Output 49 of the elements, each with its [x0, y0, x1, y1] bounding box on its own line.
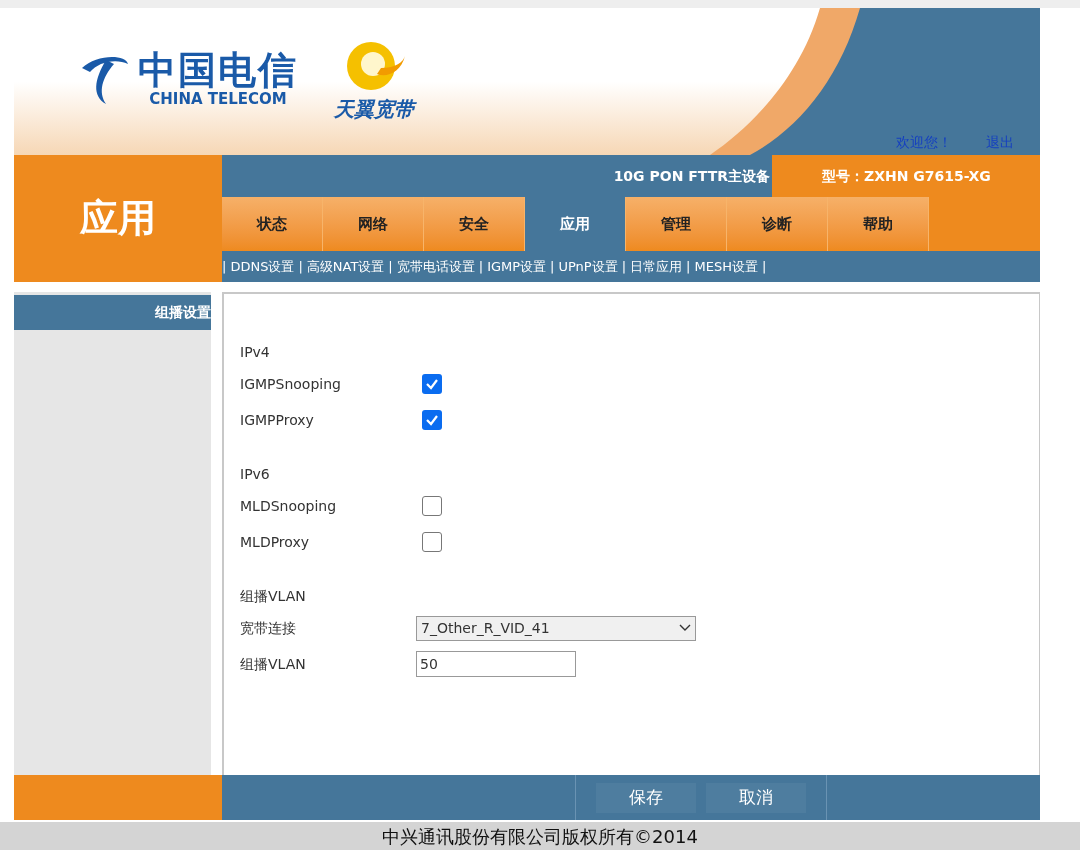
- checkbox[interactable]: [422, 496, 442, 516]
- nav-tab[interactable]: 网络: [323, 197, 424, 251]
- field-label: IGMPSnooping: [240, 374, 342, 394]
- field-label: MLDProxy: [240, 532, 310, 552]
- logo-chinese-text: 中国电信: [138, 50, 298, 90]
- separator-text: |: [388, 257, 393, 276]
- separator-text: |: [222, 257, 227, 276]
- checkbox[interactable]: [422, 374, 442, 394]
- field-label: IGMPProxy: [240, 410, 315, 430]
- subnav-link[interactable]: MESH设置: [694, 256, 758, 277]
- page-title: 应用: [80, 195, 156, 242]
- device-name: 10G PON FTTR主设备: [613, 166, 770, 186]
- separator-text: |: [686, 257, 691, 276]
- separator-text: |: [550, 257, 555, 276]
- checkmark-icon: [425, 377, 439, 391]
- field-label: 宽带连接: [240, 618, 297, 638]
- sidebar-item[interactable]: 组播设置: [14, 295, 211, 330]
- nav-tab[interactable]: 安全: [424, 197, 525, 251]
- nav-tab[interactable]: 诊断: [727, 197, 828, 251]
- checkmark-icon: [425, 413, 439, 427]
- section-heading: IPv6: [240, 464, 270, 484]
- subnav-link[interactable]: DDNS设置: [230, 256, 295, 277]
- nav-tab[interactable]: 管理: [626, 197, 727, 251]
- vlan-input[interactable]: 50: [416, 651, 576, 677]
- copyright-text: 中兴通讯股份有限公司版权所有©2014: [382, 824, 698, 849]
- field-label: MLDSnooping: [240, 496, 338, 516]
- nav-tab[interactable]: 帮助: [828, 197, 929, 251]
- subnav-link[interactable]: UPnP设置: [558, 256, 618, 277]
- separator-text: |: [298, 257, 303, 276]
- field-label: 组播VLAN: [240, 654, 307, 674]
- action-button[interactable]: 取消: [706, 782, 806, 813]
- chevron-down-icon: [679, 624, 691, 632]
- subnav-link[interactable]: 高级NAT设置: [306, 256, 385, 277]
- subnav-link[interactable]: 宽带电话设置: [396, 256, 475, 277]
- model-text: 型号：ZXHN G7615-XG: [822, 166, 991, 186]
- nav-tab[interactable]: 状态: [222, 197, 323, 251]
- separator-text: |: [761, 257, 767, 276]
- subnav-link[interactable]: 日常应用: [630, 256, 683, 277]
- separator-text: |: [621, 257, 627, 276]
- connection-select[interactable]: 7_Other_R_VID_41: [416, 615, 696, 641]
- separator-text: |: [478, 257, 484, 276]
- logo-english-text: CHINA TELECOM: [149, 90, 287, 108]
- nav-tab[interactable]: 应用: [525, 197, 626, 251]
- checkbox[interactable]: [422, 532, 442, 552]
- action-button[interactable]: 保存: [596, 782, 696, 813]
- section-heading: IPv4: [240, 342, 270, 362]
- subnav-link[interactable]: IGMP设置: [487, 256, 547, 277]
- checkbox[interactable]: [422, 410, 442, 430]
- section-heading: 组播VLAN: [240, 586, 306, 606]
